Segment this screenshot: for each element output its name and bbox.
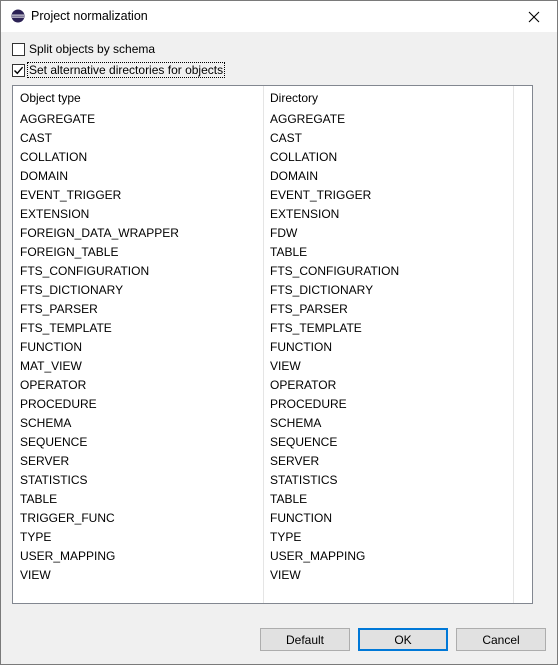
table-row[interactable]: FUNCTION FUNCTION bbox=[13, 338, 532, 357]
object-type-cell: EXTENSION bbox=[20, 207, 90, 221]
directory-cell[interactable]: USER_MAPPING bbox=[270, 549, 365, 563]
directory-cell[interactable]: SCHEMA bbox=[270, 416, 321, 430]
directory-cell[interactable]: FUNCTION bbox=[270, 340, 332, 354]
directory-cell[interactable]: SERVER bbox=[270, 454, 319, 468]
directory-cell[interactable]: EVENT_TRIGGER bbox=[270, 188, 371, 202]
object-type-cell: SCHEMA bbox=[20, 416, 72, 430]
directory-cell[interactable]: TYPE bbox=[270, 530, 301, 544]
directory-cell[interactable]: VIEW bbox=[270, 359, 301, 373]
object-type-cell: USER_MAPPING bbox=[20, 549, 116, 563]
directory-cell[interactable]: TABLE bbox=[270, 245, 307, 259]
directory-cell[interactable]: EXTENSION bbox=[270, 207, 339, 221]
object-type-cell: STATISTICS bbox=[20, 473, 88, 487]
object-type-cell: MAT_VIEW bbox=[20, 359, 82, 373]
alt-directories-checkbox[interactable] bbox=[12, 63, 25, 77]
directory-cell[interactable]: COLLATION bbox=[270, 150, 337, 164]
object-type-cell: FTS_DICTIONARY bbox=[20, 283, 124, 297]
directory-cell[interactable]: CAST bbox=[270, 131, 302, 145]
title-bar: Project normalization bbox=[1, 1, 557, 32]
directory-cell[interactable]: OPERATOR bbox=[270, 378, 336, 392]
object-type-cell: TABLE bbox=[20, 492, 58, 506]
object-type-cell: FTS_TEMPLATE bbox=[20, 321, 112, 335]
table-row[interactable]: COLLATION COLLATION bbox=[13, 148, 532, 167]
default-button[interactable]: Default bbox=[260, 628, 350, 651]
table-row[interactable]: MAT_VIEW VIEW bbox=[13, 357, 532, 376]
table-row[interactable]: FOREIGN_TABLE TABLE bbox=[13, 243, 532, 262]
split-objects-label: Split objects by schema bbox=[29, 42, 156, 56]
split-objects-option[interactable]: Split objects by schema bbox=[12, 41, 156, 57]
object-type-cell: PROCEDURE bbox=[20, 397, 97, 411]
directory-cell[interactable]: STATISTICS bbox=[270, 473, 338, 487]
dialog-window: Project normalization Split objects by s… bbox=[0, 0, 558, 665]
table-row[interactable]: TYPE TYPE bbox=[13, 528, 532, 547]
object-type-cell: SEQUENCE bbox=[20, 435, 88, 449]
table-body: AGGREGATE AGGREGATE CAST CAST COLLATION COLLA… bbox=[13, 110, 532, 585]
table-row[interactable]: AGGREGATE AGGREGATE bbox=[13, 110, 532, 129]
close-icon bbox=[528, 11, 540, 22]
object-type-cell: DOMAIN bbox=[20, 169, 68, 183]
table-row[interactable]: EXTENSION EXTENSION bbox=[13, 205, 532, 224]
table-row[interactable]: DOMAIN DOMAIN bbox=[13, 167, 532, 186]
object-type-cell: TRIGGER_FUNC bbox=[20, 511, 115, 525]
object-type-cell: SERVER bbox=[20, 454, 70, 468]
directory-cell[interactable]: TABLE bbox=[270, 492, 307, 506]
object-type-cell: TYPE bbox=[20, 530, 52, 544]
table-row[interactable]: SERVER SERVER bbox=[13, 452, 532, 471]
table-row[interactable]: SEQUENCE SEQUENCE bbox=[13, 433, 532, 452]
column-header-object-type[interactable]: Object type bbox=[20, 91, 81, 105]
table-row[interactable]: CAST CAST bbox=[13, 129, 532, 148]
window-title: Project normalization bbox=[31, 9, 148, 23]
split-objects-checkbox[interactable] bbox=[12, 42, 25, 56]
table-row[interactable]: TABLE TABLE bbox=[13, 490, 532, 509]
table-row[interactable]: VIEW VIEW bbox=[13, 566, 532, 585]
table-row[interactable]: FTS_PARSER FTS_PARSER bbox=[13, 300, 532, 319]
directory-cell[interactable]: FTS_DICTIONARY bbox=[270, 283, 373, 297]
object-type-cell: AGGREGATE bbox=[20, 112, 96, 126]
table-row[interactable]: TRIGGER_FUNC FUNCTION bbox=[13, 509, 532, 528]
table-row[interactable]: FOREIGN_DATA_WRAPPER FDW bbox=[13, 224, 532, 243]
table-row[interactable]: FTS_CONFIGURATION FTS_CONFIGURATION bbox=[13, 262, 532, 281]
table-row[interactable]: OPERATOR OPERATOR bbox=[13, 376, 532, 395]
object-type-cell: FTS_PARSER bbox=[20, 302, 98, 316]
table-row[interactable]: PROCEDURE PROCEDURE bbox=[13, 395, 532, 414]
table-row[interactable]: FTS_TEMPLATE FTS_TEMPLATE bbox=[13, 319, 532, 338]
object-type-cell: VIEW bbox=[20, 568, 51, 582]
object-type-cell: COLLATION bbox=[20, 150, 88, 164]
directory-cell[interactable]: FTS_CONFIGURATION bbox=[270, 264, 399, 278]
directory-cell[interactable]: FDW bbox=[270, 226, 297, 240]
directory-cell[interactable]: PROCEDURE bbox=[270, 397, 347, 411]
directory-cell[interactable]: FTS_PARSER bbox=[270, 302, 348, 316]
object-type-cell: FOREIGN_DATA_WRAPPER bbox=[20, 226, 179, 240]
alt-directories-label: Set alternative directories for objects bbox=[26, 62, 226, 78]
directory-cell[interactable]: AGGREGATE bbox=[270, 112, 345, 126]
column-header-directory[interactable]: Directory bbox=[270, 91, 318, 105]
alt-directories-option[interactable]: Set alternative directories for objects bbox=[12, 62, 226, 78]
table-row[interactable]: FTS_DICTIONARY FTS_DICTIONARY bbox=[13, 281, 532, 300]
directory-cell[interactable]: SEQUENCE bbox=[270, 435, 337, 449]
table-row[interactable]: EVENT_TRIGGER EVENT_TRIGGER bbox=[13, 186, 532, 205]
object-type-cell: CAST bbox=[20, 131, 53, 145]
directory-cell[interactable]: VIEW bbox=[270, 568, 301, 582]
object-type-cell: FUNCTION bbox=[20, 340, 82, 354]
table-row[interactable]: USER_MAPPING USER_MAPPING bbox=[13, 547, 532, 566]
table-header: Object type Directory bbox=[13, 86, 532, 110]
object-type-cell: OPERATOR bbox=[20, 378, 87, 392]
ok-button[interactable]: OK bbox=[358, 628, 448, 651]
close-button[interactable] bbox=[511, 1, 557, 32]
eclipse-icon bbox=[11, 9, 25, 23]
cancel-button[interactable]: Cancel bbox=[456, 628, 546, 651]
object-type-cell: FOREIGN_TABLE bbox=[20, 245, 119, 259]
directory-cell[interactable]: FTS_TEMPLATE bbox=[270, 321, 362, 335]
table-row[interactable]: STATISTICS STATISTICS bbox=[13, 471, 532, 490]
directory-cell[interactable]: DOMAIN bbox=[270, 169, 318, 183]
object-type-cell: EVENT_TRIGGER bbox=[20, 188, 122, 202]
directory-cell[interactable]: FUNCTION bbox=[270, 511, 332, 525]
check-icon bbox=[14, 66, 24, 74]
object-directory-table[interactable]: Object type Directory AGGREGATE AGGREGATE… bbox=[12, 85, 533, 604]
table-row[interactable]: SCHEMA SCHEMA bbox=[13, 414, 532, 433]
object-type-cell: FTS_CONFIGURATION bbox=[20, 264, 150, 278]
